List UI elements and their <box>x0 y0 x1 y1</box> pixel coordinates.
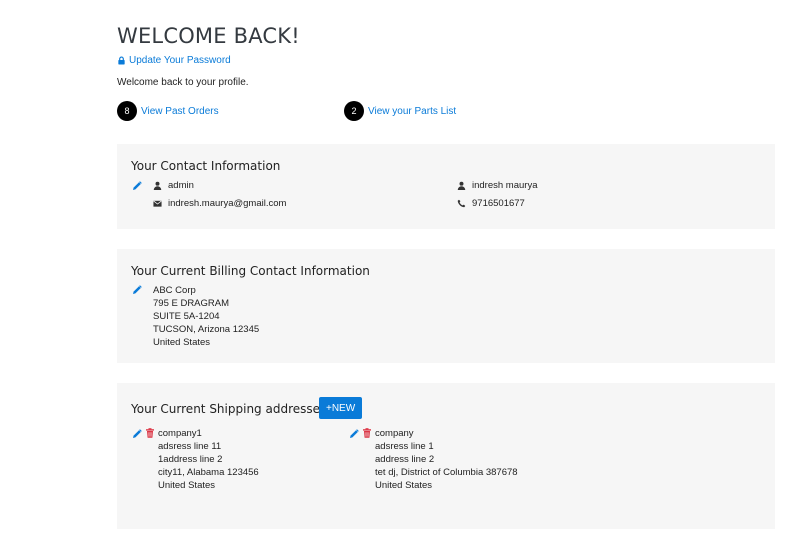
billing-info-card: Your Current Billing Contact Information… <box>117 249 775 363</box>
shipping-address-line: tet dj, District of Columbia 387678 <box>375 467 518 478</box>
contact-info-title: Your Contact Information <box>131 159 281 173</box>
shipping-addresses-card: Your Current Shipping addresses +NEW com… <box>117 383 775 529</box>
parts-list-label: View your Parts List <box>368 105 457 117</box>
contact-info-card: Your Contact Information admin indresh.m… <box>117 144 775 229</box>
billing-info-title: Your Current Billing Contact Information <box>131 264 370 278</box>
shipping-address: company1 adsress line 11 1address line 2… <box>158 427 259 492</box>
shipping-address-name: company <box>375 428 414 439</box>
shipping-address-name: company1 <box>158 428 202 439</box>
billing-address-line: SUITE 5A-1204 <box>153 311 220 322</box>
delete-shipping-trash-icon[interactable] <box>362 428 372 438</box>
edit-contact-pencil-icon[interactable] <box>132 181 142 191</box>
billing-address-line: TUCSON, Arizona 12345 <box>153 324 260 335</box>
past-orders-link[interactable]: 8 View Past Orders <box>117 101 219 121</box>
edit-billing-pencil-icon[interactable] <box>132 285 142 295</box>
contact-fullname-row: indresh maurya <box>457 180 537 191</box>
contact-email: indresh.maurya@gmail.com <box>168 198 287 209</box>
billing-address: ABC Corp 795 E DRAGRAM SUITE 5A-1204 TUC… <box>153 284 259 349</box>
contact-phone: 9716501677 <box>472 198 525 209</box>
shipping-address-line: adsress line 11 <box>158 441 222 452</box>
contact-username: admin <box>168 180 194 191</box>
lock-icon <box>117 56 126 65</box>
shipping-address: company adsress line 1 address line 2 te… <box>375 427 518 492</box>
shipping-address-line: adsress line 1 <box>375 441 434 452</box>
edit-shipping-pencil-icon[interactable] <box>349 429 359 439</box>
contact-email-row: indresh.maurya@gmail.com <box>153 198 286 209</box>
billing-address-line: ABC Corp <box>153 285 196 296</box>
past-orders-label: View Past Orders <box>141 105 219 117</box>
billing-address-line: 795 E DRAGRAM <box>153 298 230 309</box>
shipping-address-line: 1address line 2 <box>158 454 223 465</box>
parts-list-link[interactable]: 2 View your Parts List <box>344 101 456 121</box>
contact-fullname: indresh maurya <box>472 180 538 191</box>
past-orders-count-badge: 8 <box>117 101 137 121</box>
edit-shipping-pencil-icon[interactable] <box>132 429 142 439</box>
billing-address-line: United States <box>153 337 211 348</box>
shipping-address-line: address line 2 <box>375 454 435 465</box>
page-title: WELCOME BACK! <box>117 24 300 48</box>
delete-shipping-trash-icon[interactable] <box>145 428 155 438</box>
user-icon <box>457 181 466 190</box>
update-password-label: Update Your Password <box>129 55 231 66</box>
shipping-address-line: United States <box>158 480 216 491</box>
welcome-text: Welcome back to your profile. <box>117 77 249 88</box>
shipping-addresses-title: Your Current Shipping addresses <box>131 402 327 416</box>
shipping-address-line: United States <box>375 480 433 491</box>
shipping-address-line: city11, Alabama 123456 <box>158 467 259 478</box>
update-password-link[interactable]: Update Your Password <box>117 55 231 66</box>
contact-phone-row: 9716501677 <box>457 198 525 209</box>
phone-icon <box>457 199 466 208</box>
user-icon <box>153 181 162 190</box>
new-shipping-address-button[interactable]: +NEW <box>319 397 363 419</box>
envelope-icon <box>153 199 162 208</box>
parts-list-count-badge: 2 <box>344 101 364 121</box>
contact-username-row: admin <box>153 180 194 191</box>
